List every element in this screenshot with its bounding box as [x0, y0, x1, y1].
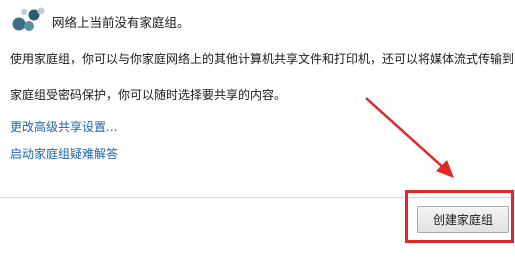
homegroup-icon	[12, 7, 45, 31]
divider	[0, 197, 515, 198]
create-homegroup-button[interactable]: 创建家庭组	[417, 206, 509, 233]
homegroup-panel: 网络上当前没有家庭组。 使用家庭组，你可以与你家庭网络上的其他计算机共享文件和打…	[0, 0, 515, 260]
advanced-sharing-link[interactable]: 更改高级共享设置...	[10, 118, 117, 135]
description-line-1: 使用家庭组，你可以与你家庭网络上的其他计算机共享文件和打印机，还可以将媒体流式传…	[10, 52, 515, 66]
description-line-2: 家庭组受密码保护，你可以随时选择要共享的内容。	[10, 88, 287, 102]
homegroup-heading: 网络上当前没有家庭组。	[52, 15, 190, 30]
troubleshooter-link[interactable]: 启动家庭组疑难解答	[10, 145, 118, 162]
